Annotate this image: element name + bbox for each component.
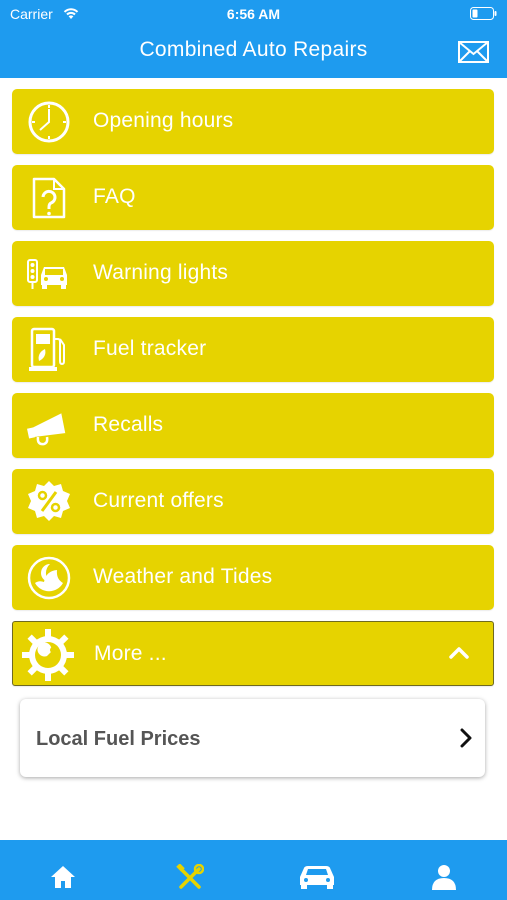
tab-bar [0,840,507,900]
menu-item-current-offers[interactable]: Current offers [12,469,494,534]
clock-icon [26,99,72,145]
tab-vehicle[interactable] [254,840,380,900]
chevron-up-icon [449,646,469,664]
menu-item-label: Recalls [93,413,164,436]
navigation-bar: Combined Auto Repairs [0,28,507,78]
menu-item-label: Weather and Tides [93,565,273,588]
home-icon [51,866,75,888]
tools-icon [176,864,204,889]
menu-item-weather-and-tides[interactable]: Weather and Tides [12,545,494,610]
fuel-pump-icon [26,327,72,373]
faq-document-icon [26,175,72,221]
submenu-item-label: Local Fuel Prices [36,728,201,750]
clock-time: 6:56 AM [226,6,281,22]
menu-item-faq[interactable]: FAQ [12,165,494,230]
menu-item-warning-lights[interactable]: Warning lights [12,241,494,306]
menu-item-more[interactable]: More ... [12,621,494,686]
tab-services[interactable] [127,840,253,900]
weather-icon [26,555,72,601]
menu-item-recalls[interactable]: Recalls [12,393,494,458]
megaphone-icon [26,403,72,449]
submenu-item-local-fuel-prices[interactable]: Local Fuel Prices [20,699,485,777]
menu-item-label: More ... [94,642,167,665]
tab-home[interactable] [0,840,126,900]
menu-item-label: Current offers [93,489,224,512]
page-title: Combined Auto Repairs [139,38,368,61]
menu-item-label: Fuel tracker [93,337,207,360]
menu-item-label: FAQ [93,185,136,208]
status-bar: Carrier 6:56 AM [0,0,507,28]
car-icon [300,866,334,889]
menu-item-fuel-tracker[interactable]: Fuel tracker [12,317,494,382]
menu-item-opening-hours[interactable]: Opening hours [12,89,494,154]
tab-profile[interactable] [381,840,507,900]
chevron-right-icon [460,728,472,753]
menu-item-label: Warning lights [93,261,229,284]
percent-badge-icon [26,479,72,525]
menu-item-label: Opening hours [93,109,234,132]
wrench-gear-icon [21,628,75,682]
envelope-icon[interactable] [458,41,489,68]
user-icon [432,865,456,890]
traffic-light-car-icon [26,251,72,297]
battery-icon [470,7,497,25]
main-menu: Opening hours FAQ Warning lights Fuel tr… [12,89,494,697]
